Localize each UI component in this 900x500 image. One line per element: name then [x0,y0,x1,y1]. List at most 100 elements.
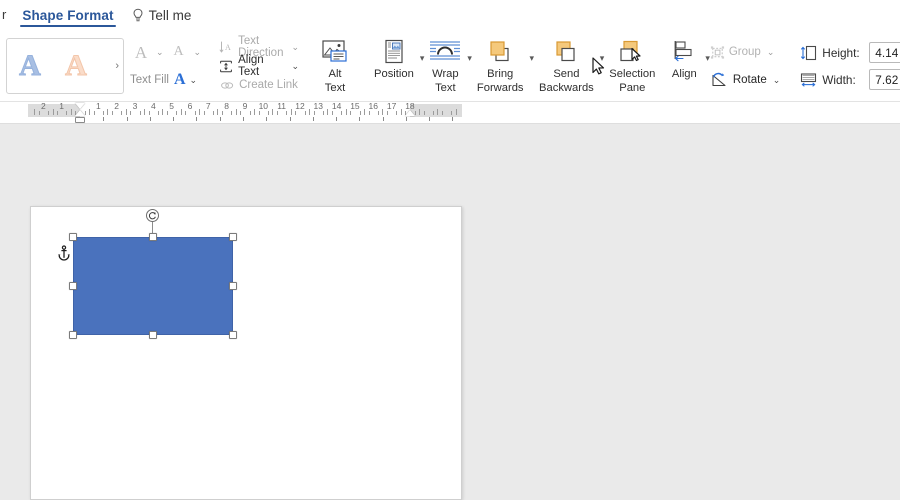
ruler-tab-stop [290,117,291,121]
width-spinner[interactable]: ⌃ ⌄ [869,69,900,90]
ruler-tick [199,109,200,115]
wordart-more-chevron-icon[interactable]: › [115,60,119,72]
rotate-handle[interactable] [146,209,159,222]
document-canvas[interactable] [0,124,900,500]
wordart-sample-orange[interactable]: A [53,51,99,81]
selection-pane-button[interactable]: Selection Pane [604,34,660,98]
shape-height-icon [800,45,817,61]
group-objects-button[interactable]: Group ⌄ [710,38,782,66]
ruler-tick [369,111,370,115]
send-backwards-label-bottom: Backwards [539,83,594,95]
ruler-number: 14 [332,101,341,111]
selection-handle-bottom-center[interactable] [149,331,157,339]
document-page[interactable] [30,206,462,500]
rotate-caret-icon[interactable]: ⌄ [771,76,783,85]
ruler-tick [144,109,145,115]
left-indent-marker[interactable] [75,117,85,123]
ruler-tick [314,111,315,115]
align-objects-label: Align [672,69,697,81]
tab-previous-partial[interactable]: r [0,0,12,30]
ruler-tab-stop [406,117,407,121]
ruler-tab-stop [452,117,453,121]
text-outline-icon[interactable]: A [130,44,152,61]
wrap-text-icon [429,37,461,67]
ruler-tick [71,109,72,115]
group-accessibility: Alt Text [311,30,359,102]
ruler-tick [112,111,113,115]
ruler-number: 7 [206,101,211,111]
text-fill-icon[interactable]: A [174,71,186,89]
group-objects-caret-icon[interactable]: ⌄ [765,48,777,57]
ruler-tick [415,111,416,115]
ruler-tab-stop [429,117,430,121]
wordart-gallery[interactable]: A A › [6,38,124,94]
ruler-tick [277,111,278,115]
selection-handle-bottom-left[interactable] [69,331,77,339]
width-input[interactable] [869,69,900,90]
ruler-number: 13 [314,101,323,111]
selected-rectangle-shape[interactable] [73,237,233,335]
ruler-tick [126,109,127,115]
alt-text-label-top: Alt [328,69,341,81]
bring-forwards-button[interactable]: Bring Forwards [472,34,529,98]
ruler-number: 1 [59,101,64,111]
ruler-number: 2 [41,101,46,111]
selection-handle-middle-right[interactable] [229,282,237,290]
text-outline-caret-icon[interactable]: ⌄ [154,48,166,57]
tell-me-box[interactable]: Tell me [124,0,200,30]
ruler-number: 1 [96,101,101,111]
group-rotate-stack: Group ⌄ Rotate ⌄ [710,35,782,97]
ruler-tick [401,109,402,115]
ruler-tick [167,111,168,115]
height-spinner[interactable]: ⌃ ⌄ [869,42,900,63]
tab-shape-format[interactable]: Shape Format [12,0,123,30]
alt-text-label-bottom: Text [325,83,346,95]
ruler-tick [213,111,214,115]
text-style-controls: A ⌄ A ⌄ Text Fill A ⌄ [130,38,203,94]
text-fill-caret-icon[interactable]: ⌄ [188,76,200,85]
alt-text-button[interactable]: Alt Text [315,34,355,98]
rotate-button[interactable]: Rotate ⌄ [710,66,782,94]
first-line-indent-marker[interactable] [75,103,85,109]
ruler-track[interactable]: 12345678910111213141516171821 [28,102,462,120]
horizontal-ruler[interactable]: 12345678910111213141516171821 [0,102,900,124]
ruler-tick [195,111,196,115]
width-label: Width: [822,73,864,87]
ruler-number: 12 [295,101,304,111]
right-indent-marker[interactable] [405,110,415,116]
ruler-tab-stop [243,117,244,121]
bring-forwards-label-bottom: Forwards [477,83,524,95]
ruler-tick [181,109,182,115]
group-text: A Text Direction ⌄ Align Text [213,30,305,102]
text-effects-icon[interactable]: A [168,45,190,59]
wrap-text-button[interactable]: Wrap Text [424,34,466,98]
selection-handle-bottom-right[interactable] [229,331,237,339]
height-input[interactable] [869,42,900,63]
text-commands: A Text Direction ⌄ Align Text [219,38,301,94]
text-direction-caret-icon[interactable]: ⌄ [289,43,301,52]
selection-handle-middle-left[interactable] [69,282,77,290]
selection-handle-top-right[interactable] [229,233,237,241]
word-shape-format-window: r Shape Format Tell me A A › [0,0,900,500]
ruler-tick [222,111,223,115]
ruler-tick [140,111,141,115]
text-effects-caret-icon[interactable]: ⌄ [192,48,204,57]
send-backwards-button[interactable]: Send Backwards [534,34,599,98]
wordart-sample-blue[interactable]: A [7,51,53,81]
selection-handle-top-left[interactable] [69,233,77,241]
group-objects-label: Group [729,46,761,58]
hanging-indent-marker[interactable] [75,110,85,116]
ribbon: A A › A ⌄ A ⌄ Text Fill A ⌄ [0,30,900,102]
text-direction-icon: A [219,40,233,54]
ruler-tick [456,109,457,115]
ruler-tick [309,109,310,115]
align-text-button[interactable]: Align Text ⌄ [219,57,301,75]
align-text-caret-icon[interactable]: ⌄ [289,62,301,71]
position-button[interactable]: Position [369,34,419,98]
align-objects-button[interactable]: Align [664,34,704,98]
ruler-tick [332,111,333,115]
ruler-number: 10 [259,101,268,111]
selection-handle-top-center[interactable] [149,233,157,241]
create-link-button[interactable]: Create Link [219,76,301,94]
ruler-number: 9 [243,101,248,111]
